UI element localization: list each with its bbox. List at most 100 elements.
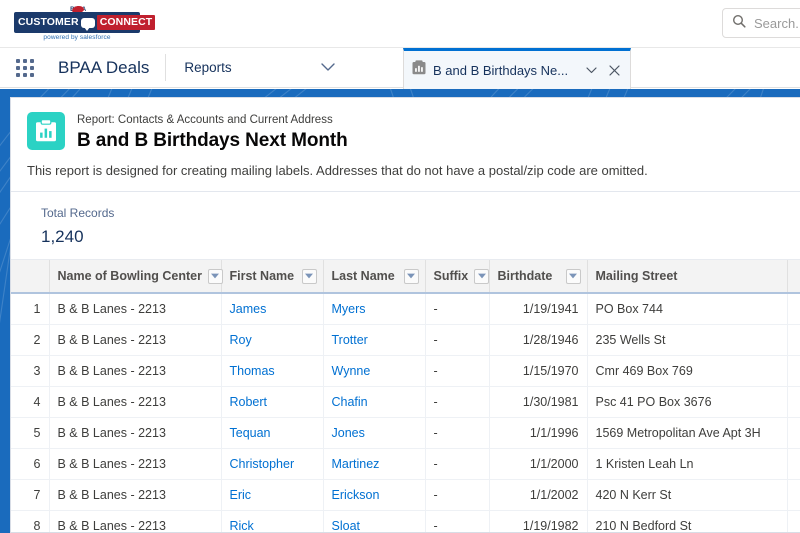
global-nav-bar: BPAA Deals Reports [0,48,800,88]
row-index: 7 [11,479,50,511]
filter-dropdown-icon[interactable] [403,268,419,284]
row-index: 1 [11,293,50,325]
filter-dropdown-icon[interactable] [207,268,223,284]
last-name-link[interactable]: Wynne [332,364,371,378]
cell-street: 1569 Metropolitan Ave Apt 3H [587,417,788,449]
table-row[interactable]: 1B & B Lanes - 2213 James Myers -1/19/1941 P… [11,293,800,325]
row-index: 5 [11,417,50,449]
first-name-link[interactable]: Robert [230,395,268,409]
app-launcher-grid-icon [16,58,34,77]
brand-bar: BPAA CUSTOMER CONNECT powered by salesfo… [0,0,800,48]
total-records-label: Total Records [41,206,115,221]
first-name-link[interactable]: Rick [230,519,254,532]
column-header-first[interactable]: First Name [221,260,324,295]
table-row[interactable]: 2B & B Lanes - 2213 Roy Trotter -1/28/1946 2… [11,324,800,356]
customer-connect-logo[interactable]: BPAA CUSTOMER CONNECT powered by salesfo… [14,4,156,44]
report-card: Report: Contacts & Accounts and Current … [10,97,800,533]
cell-first-link: Christopher [221,448,324,480]
global-search-box[interactable]: Search. [722,8,800,38]
table-row[interactable]: 4B & B Lanes - 2213 Robert Chafin -1/30/198… [11,386,800,418]
cell-street: 235 Wells St [587,324,788,356]
table-row[interactable]: 5B & B Lanes - 2213 Tequan Jones -1/1/1996 1… [11,417,800,449]
cell-first-link: Roy [221,324,324,356]
column-header-idx[interactable] [11,260,50,295]
nav-item-reports[interactable]: Reports [166,48,306,87]
nav-more-button[interactable] [306,48,350,87]
cell-center: B & B Lanes - 2213 [49,386,222,418]
column-header-label: Suffix [433,269,469,284]
cell-birthdate: 1/15/1970 [489,355,588,387]
cell-extra [787,479,800,511]
filter-dropdown-icon[interactable] [565,268,581,284]
cell-first-link: Rick [221,510,324,532]
first-name-link[interactable]: Thomas [230,364,275,378]
cell-birthdate: 1/1/2000 [489,448,588,480]
table-row[interactable]: 6B & B Lanes - 2213 Christopher Martinez -1… [11,448,800,480]
cell-extra [787,324,800,356]
column-header-label: Mailing Street [595,269,678,284]
total-records-block: Total Records 1,240 [11,192,800,261]
cell-suffix: - [425,479,490,511]
chat-bubble-icon [80,17,95,31]
workspace-tab-active[interactable]: B and B Birthdays Ne... [403,48,631,89]
column-header-street[interactable]: Mailing Street [587,260,788,295]
total-records-value: 1,240 [41,227,84,247]
table-row[interactable]: 7B & B Lanes - 2213 Eric Erickson -1/1/2002… [11,479,800,511]
row-index: 3 [11,355,50,387]
column-header-center[interactable]: Name of Bowling Center [49,260,223,295]
cell-suffix: - [425,417,490,449]
logo-box: CUSTOMER CONNECT [14,12,156,33]
cell-extra [787,448,800,480]
filter-dropdown-icon[interactable] [301,268,317,284]
last-name-link[interactable]: Jones [332,426,365,440]
first-name-link[interactable]: Christopher [230,457,295,471]
close-icon[interactable] [606,62,622,78]
column-header-label: Birthdate [497,269,553,284]
cell-center: B & B Lanes - 2213 [49,293,222,325]
logo-customer-text: CUSTOMER [18,16,79,29]
cell-birthdate: 1/1/1996 [489,417,588,449]
first-name-link[interactable]: James [230,302,267,316]
workspace-tab-dropdown-button[interactable] [583,62,599,78]
cell-extra [787,386,800,418]
logo-powered-by-text: powered by salesforce [43,34,111,41]
last-name-link[interactable]: Martinez [332,457,380,471]
column-header-suffix[interactable]: Suffix [425,260,490,295]
report-table-header-row: Name of Bowling Center First Name Last Nam… [11,260,800,295]
report-description: This report is designed for creating mai… [27,162,648,178]
page-title: B and B Birthdays Next Month [77,129,348,151]
row-index: 2 [11,324,50,356]
app-launcher-button[interactable] [0,48,50,87]
last-name-link[interactable]: Myers [332,302,366,316]
cell-suffix: - [425,510,490,532]
last-name-link[interactable]: Trotter [332,333,368,347]
last-name-link[interactable]: Chafin [332,395,368,409]
cell-first-link: James [221,293,324,325]
logo-connect-text: CONNECT [96,15,156,30]
report-table-body: 1B & B Lanes - 2213 James Myers -1/19/1941 P… [11,293,800,532]
column-header-birth[interactable]: Birthdate [489,260,588,295]
cell-extra [787,355,800,387]
column-header-label: First Name [229,269,295,284]
report-clipboard-chart-icon [27,112,65,150]
last-name-link[interactable]: Sloat [332,519,361,532]
first-name-link[interactable]: Eric [230,488,252,502]
cell-street: 420 N Kerr St [587,479,788,511]
first-name-link[interactable]: Roy [230,333,252,347]
cell-center: B & B Lanes - 2213 [49,355,222,387]
cell-first-link: Eric [221,479,324,511]
cell-street: PO Box 744 [587,293,788,325]
cell-center: B & B Lanes - 2213 [49,448,222,480]
cell-street: 210 N Bedford St [587,510,788,532]
filter-dropdown-icon[interactable] [474,268,490,284]
last-name-link[interactable]: Erickson [332,488,380,502]
cell-first-link: Tequan [221,417,324,449]
column-header-extra[interactable] [787,260,800,295]
table-row[interactable]: 8B & B Lanes - 2213 Rick Sloat -1/19/1982 21… [11,510,800,532]
report-chart-icon [412,60,426,80]
column-header-last[interactable]: Last Name [323,260,426,295]
cell-street: 1 Kristen Leah Ln [587,448,788,480]
table-row[interactable]: 3B & B Lanes - 2213 Thomas Wynne -1/15/1970… [11,355,800,387]
first-name-link[interactable]: Tequan [230,426,271,440]
cell-suffix: - [425,324,490,356]
